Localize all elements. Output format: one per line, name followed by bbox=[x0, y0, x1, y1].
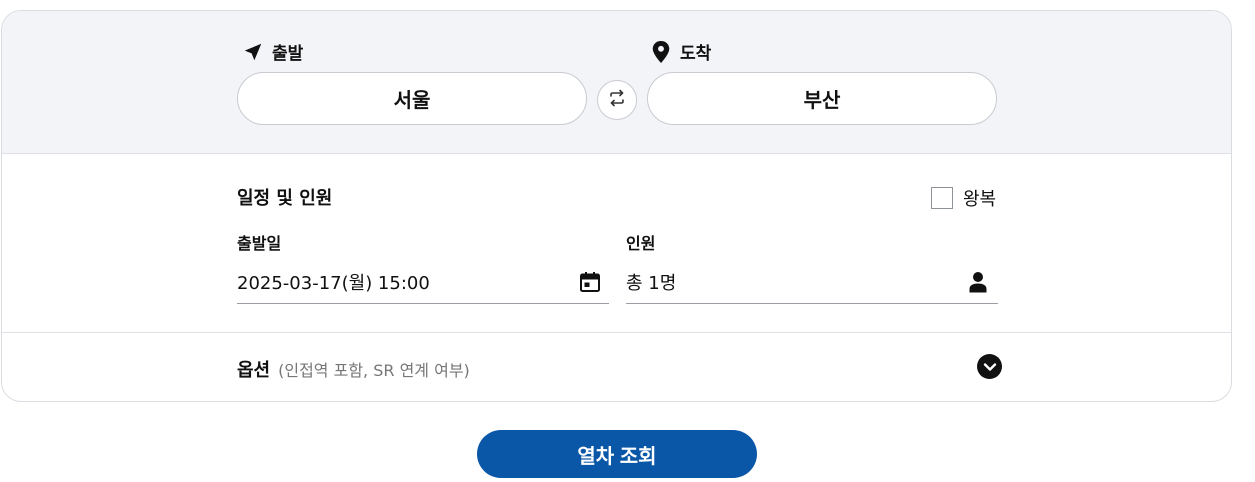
round-trip-label: 왕복 bbox=[963, 189, 997, 210]
swap-stations-button[interactable] bbox=[597, 80, 637, 120]
swap-icon bbox=[607, 88, 627, 112]
schedule-section-title: 일정 및 인원 bbox=[237, 188, 333, 209]
departure-station-button[interactable]: 서울 bbox=[237, 72, 587, 125]
chevron-down-circle-icon bbox=[983, 357, 997, 376]
options-description: (인접역 포함, SR 연계 여부) bbox=[278, 361, 470, 380]
departure-label: 출발 bbox=[272, 44, 304, 64]
route-section: 출발 도착 서울 부산 bbox=[2, 11, 1231, 154]
round-trip-toggle[interactable]: 왕복 bbox=[931, 185, 996, 211]
options-expand-button[interactable] bbox=[977, 354, 1002, 379]
options-label: 옵션 bbox=[237, 360, 271, 381]
departure-date-field[interactable]: 2025-03-17(월) 15:00 bbox=[237, 261, 609, 304]
search-trains-button[interactable]: 열차 조회 bbox=[477, 430, 757, 478]
calendar-icon bbox=[579, 271, 601, 293]
search-panel: 출발 도착 서울 부산 일정 및 인원 왕복 출발일 2025-03-17(월)… bbox=[1, 10, 1232, 402]
options-row[interactable]: 옵션 (인접역 포함, SR 연계 여부) bbox=[237, 356, 470, 382]
round-trip-checkbox[interactable] bbox=[931, 187, 953, 209]
person-icon bbox=[968, 271, 988, 293]
departure-date-label: 출발일 bbox=[237, 234, 282, 253]
passengers-value: 총 1명 bbox=[626, 273, 677, 294]
navigation-arrow-icon bbox=[242, 41, 264, 63]
departure-label-group: 출발 bbox=[242, 39, 303, 64]
options-divider bbox=[2, 332, 1231, 333]
arrival-label-group: 도착 bbox=[650, 39, 711, 64]
departure-date-value: 2025-03-17(월) 15:00 bbox=[237, 273, 430, 294]
passengers-label: 인원 bbox=[626, 234, 656, 253]
arrival-label: 도착 bbox=[680, 44, 712, 64]
map-pin-icon bbox=[650, 40, 672, 64]
passengers-field[interactable]: 총 1명 bbox=[626, 261, 998, 304]
arrival-station-button[interactable]: 부산 bbox=[647, 72, 997, 125]
